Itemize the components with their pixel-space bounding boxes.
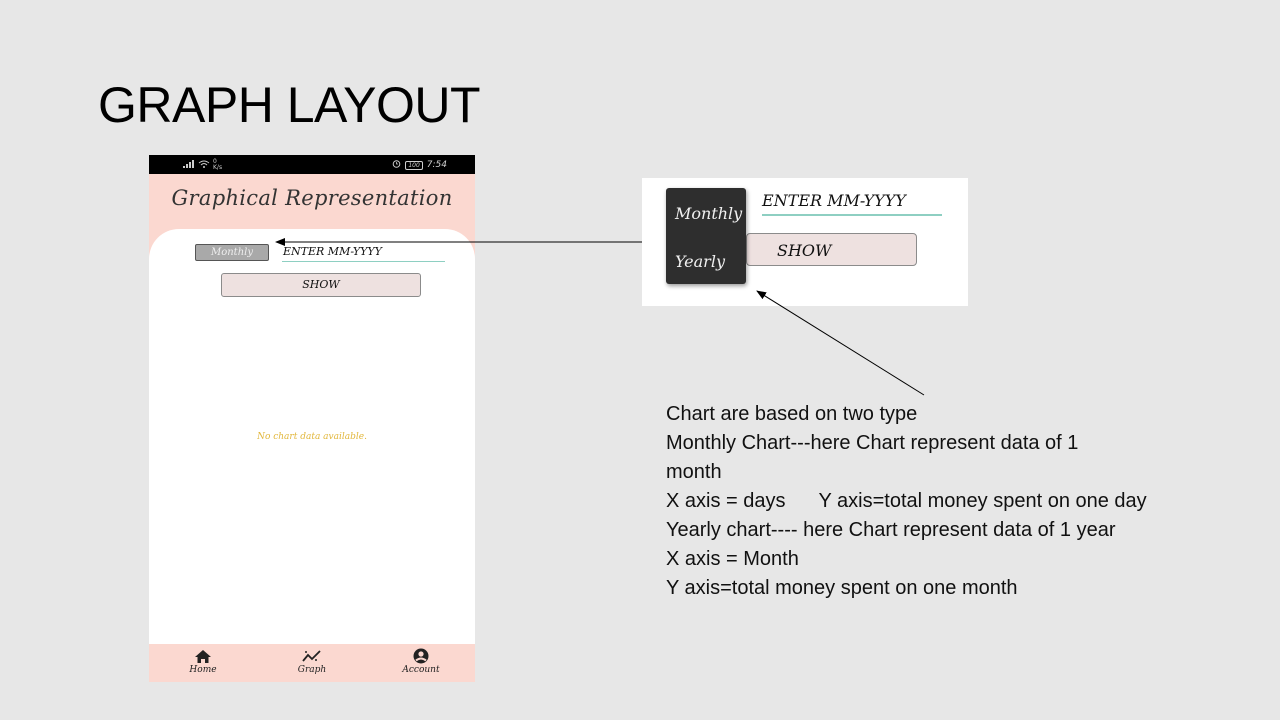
arrow-to-inset <box>756 290 925 396</box>
note-line: Chart are based on two type <box>666 403 918 425</box>
note-line: month <box>666 461 722 483</box>
note-line: X axis = Month <box>666 548 799 570</box>
explanation-notes: Chart are based on two type Monthly Char… <box>666 400 1226 603</box>
note-line: Monthly Chart---here Chart represent dat… <box>666 432 1079 454</box>
note-line: Y axis=total money spent on one month <box>666 577 1018 599</box>
annotation-arrows <box>275 238 925 396</box>
note-line: X axis = days Y axis=total money spent o… <box>666 490 1147 512</box>
note-line: Yearly chart---- here Chart represent da… <box>666 519 1116 541</box>
